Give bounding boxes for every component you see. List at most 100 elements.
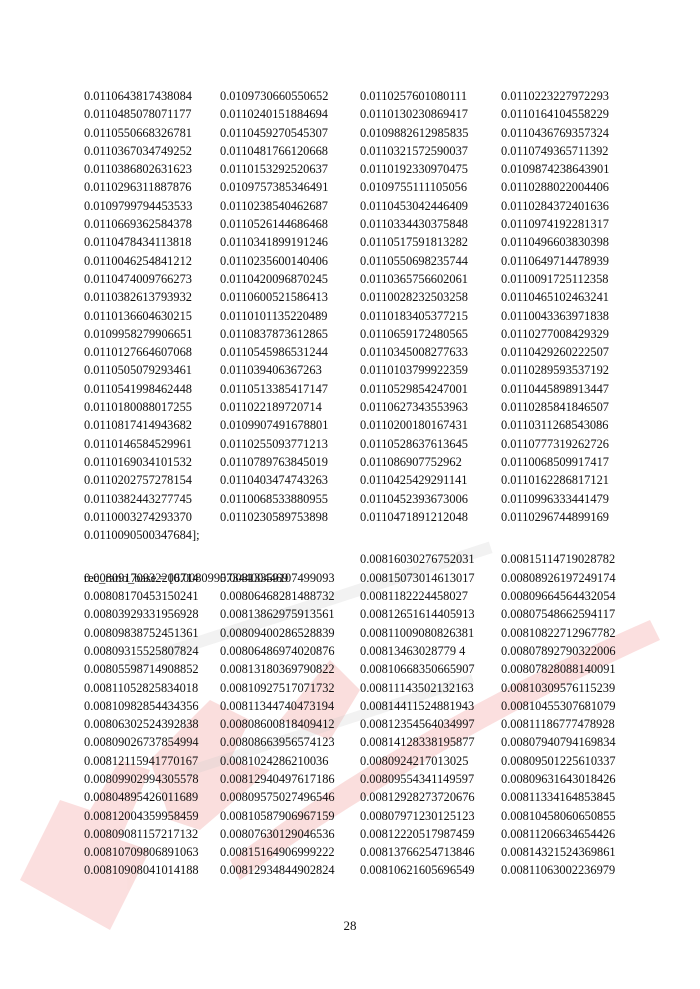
value-cell: 0.0110345008277633 (360, 345, 468, 360)
value-cell: 0.0110180088017255 (84, 400, 192, 415)
value-cell: 0.0110130230869417 (360, 107, 468, 122)
value-cell: 0.00807940794169834 (501, 735, 616, 750)
value-cell: 0.00812928273720676 (360, 790, 475, 805)
value-cell: 0.00810709806891063 (84, 845, 199, 860)
value-row: 0.00810982854434356 0.00811344740473194 0.… (84, 697, 644, 715)
value-cell: 0.00810621605696549 (360, 863, 475, 878)
value-cell: 0.0110465102463241 (501, 290, 609, 305)
value-cell: 0.00811052825834018 (84, 680, 199, 695)
value-row: 0.0110146584529961 0.0110255093771213 0.01… (84, 435, 644, 453)
value-cell: 0.00809315525807824 (84, 643, 199, 658)
value-cell: 0.0110146584529961 (84, 436, 192, 451)
value-cell: 0.0110649714478939 (501, 253, 609, 268)
value-cell: 0.0110659172480565 (360, 326, 468, 341)
value-cell: 0.00813463028779 4 (360, 643, 466, 658)
value-cell: 0.0110382613793932 (84, 290, 192, 305)
value-cell: 0.00812115941770167 (84, 753, 199, 768)
value-cell: 0.00809554341149597 (360, 771, 475, 786)
value-row: 0.0110485078071177 0.0110240151884694 0.01… (84, 105, 644, 123)
value-cell: 0.0110277008429329 (501, 326, 609, 341)
value-row: 0.0110127664607068 0.0110545986531244 0.01… (84, 343, 644, 361)
value-cell: 0.0110403474743263 (220, 473, 328, 488)
value-row: 0.00805598714908852 0.00813180369790822 0.… (84, 660, 644, 678)
value-row: 0.0110382613793932 0.0110600521586413 0.01… (84, 288, 644, 306)
value-cell: 0.0109907491678801 (220, 418, 329, 433)
value-cell: 0.0110183405377215 (360, 308, 468, 323)
value-row: 0.0110669362584378 0.0110526144686468 0.01… (84, 215, 644, 233)
value-cell: 0.0110545986531244 (220, 345, 328, 360)
value-cell: 0.0110367034749252 (84, 143, 192, 158)
value-row: 0.00809081157217132 0.00807630129046536 0.… (84, 825, 644, 843)
value-cell: 0.0110550698235744 (360, 253, 468, 268)
value-cell: 0.0110284372401636 (501, 198, 609, 213)
value-row: 0.00803929331956928 0.00813862975913561 0.… (84, 605, 644, 623)
value-cell: 0.00812934844902824 (220, 863, 335, 878)
rec-ratio-base-first-line: rec_ratio_base = [0.00809957344004469 0.… (84, 550, 644, 584)
value-cell: 0.0110003274293370 (84, 509, 192, 524)
value-cell: 0.0110749365711392 (501, 143, 609, 158)
value-cell: 0.0110817414943682 (84, 418, 192, 433)
value-cell: 0.0110517591813282 (360, 235, 468, 250)
value-cell: 0.0110528637613645 (360, 436, 468, 451)
value-cell: 0.0110452393673006 (360, 491, 468, 506)
value-cell: 0.00809902994305578 (84, 771, 199, 786)
value-cell: 0.0110496603830398 (501, 235, 609, 250)
value-cell: 0.00811009080826381 (360, 625, 475, 640)
value-cell: 0.0109730660550652 (220, 89, 329, 103)
value-cell: 0.0110481766120668 (220, 143, 328, 158)
value-cell: 0.0110230589753898 (220, 509, 328, 524)
value-cell: 0.00806486974020876 (220, 643, 335, 658)
value-cell: 0.0110425429291141 (360, 473, 468, 488)
value-cell: 0.0110459270545307 (220, 125, 328, 140)
value-cell: 0.00808170453150241 (84, 589, 199, 604)
value-row: 0.0110505079293461 0.011039406367263 0.011… (84, 361, 644, 379)
value-cell: 0.00812220517987459 (360, 826, 475, 841)
value-cell: 0.00813766254713846 (360, 845, 475, 860)
value-row: 0.00810709806891063 0.00815164906999222 0.… (84, 843, 644, 861)
value-cell: 0.0109799794453533 (84, 198, 193, 213)
value-cell: 0.0110474009766273 (84, 271, 192, 286)
value-cell: 0.0109757385346491 (220, 180, 329, 195)
value-row: 0.0110474009766273 0.0110420096870245 0.01… (84, 270, 644, 288)
value-cell: 0.0110341899191246 (220, 235, 328, 250)
value-cell: 0.00812004359958459 (84, 808, 199, 823)
value-cell: 0.00809026737854994 (84, 735, 199, 750)
value-cell: 0.00806302524392838 (84, 717, 199, 732)
value-cell: 0.0080924217013025 (360, 753, 469, 768)
value-row: 0.00808170453150241 0.00806468281488732 0.… (84, 587, 644, 605)
value-cell: 0.0110136604630215 (84, 308, 192, 323)
value-cell: 0.00812940497617186 (220, 771, 335, 786)
value-cell: 0.0110777319262726 (501, 436, 609, 451)
value-cell: 0.00811143502132163 (360, 680, 474, 695)
value-row: 0.0109958279906651 0.0110837873612865 0.01… (84, 325, 644, 343)
value-cell: 0.0110028232503258 (360, 290, 468, 305)
value-cell: 0.00810587906967159 (220, 808, 335, 823)
value-cell: 0.0110289593537192 (501, 363, 609, 378)
value-cell: 0.00807630129046536 (220, 826, 335, 841)
value-row: 0.0110817414943682 0.0109907491678801 0.01… (84, 416, 644, 434)
page-content: 0.0110643817438084 0.0109730660550652 0.01… (84, 87, 644, 880)
value-row: 0.00804895426011689 0.00809575027496546 0.… (84, 788, 644, 806)
value-cell: 0.0110164104558229 (501, 107, 609, 122)
value-cell: 0.0110789763845019 (220, 454, 328, 469)
value-cell: 0.00815164906999222 (220, 845, 335, 860)
value-row: 0.0110643817438084 0.0109730660550652 0.01… (84, 87, 644, 105)
value-row: 0.0110180088017255 0.011022189720714 0.011… (84, 398, 644, 416)
value-row: 0.0109799794453533 0.0110238540462687 0.01… (84, 197, 644, 215)
value-cell: 0.00811206634654426 (501, 826, 616, 841)
value-cell: 0.0110321572590037 (360, 143, 468, 158)
value-cell: 0.00804895426011689 (84, 790, 199, 805)
value-cell: 0.00803929331956928 (84, 607, 199, 622)
value-row: 0.0110367034749252 0.0110481766120668 0.01… (84, 142, 644, 160)
value-cell: 0.0110478434113818 (84, 235, 192, 250)
value-cell: 0.00809501225610337 (501, 753, 616, 768)
value-cell: 0.00809081157217132 (84, 826, 199, 841)
value-cell: 0.0110257601080111 (360, 89, 468, 103)
value-cell: 0.011039406367263 (220, 363, 322, 378)
value-cell: 0.00807971230125123 (360, 808, 475, 823)
value-row: 0.0110550668326781 0.0110459270545307 0.01… (84, 124, 644, 142)
value-cell: 0.0110541998462448 (84, 381, 192, 396)
value-row: 0.00809838752451361 0.00809400286528839 0.… (84, 624, 644, 642)
value-cell: 0.00809575027496546 (220, 790, 335, 805)
value-cell: 0.0110103799922359 (360, 363, 468, 378)
